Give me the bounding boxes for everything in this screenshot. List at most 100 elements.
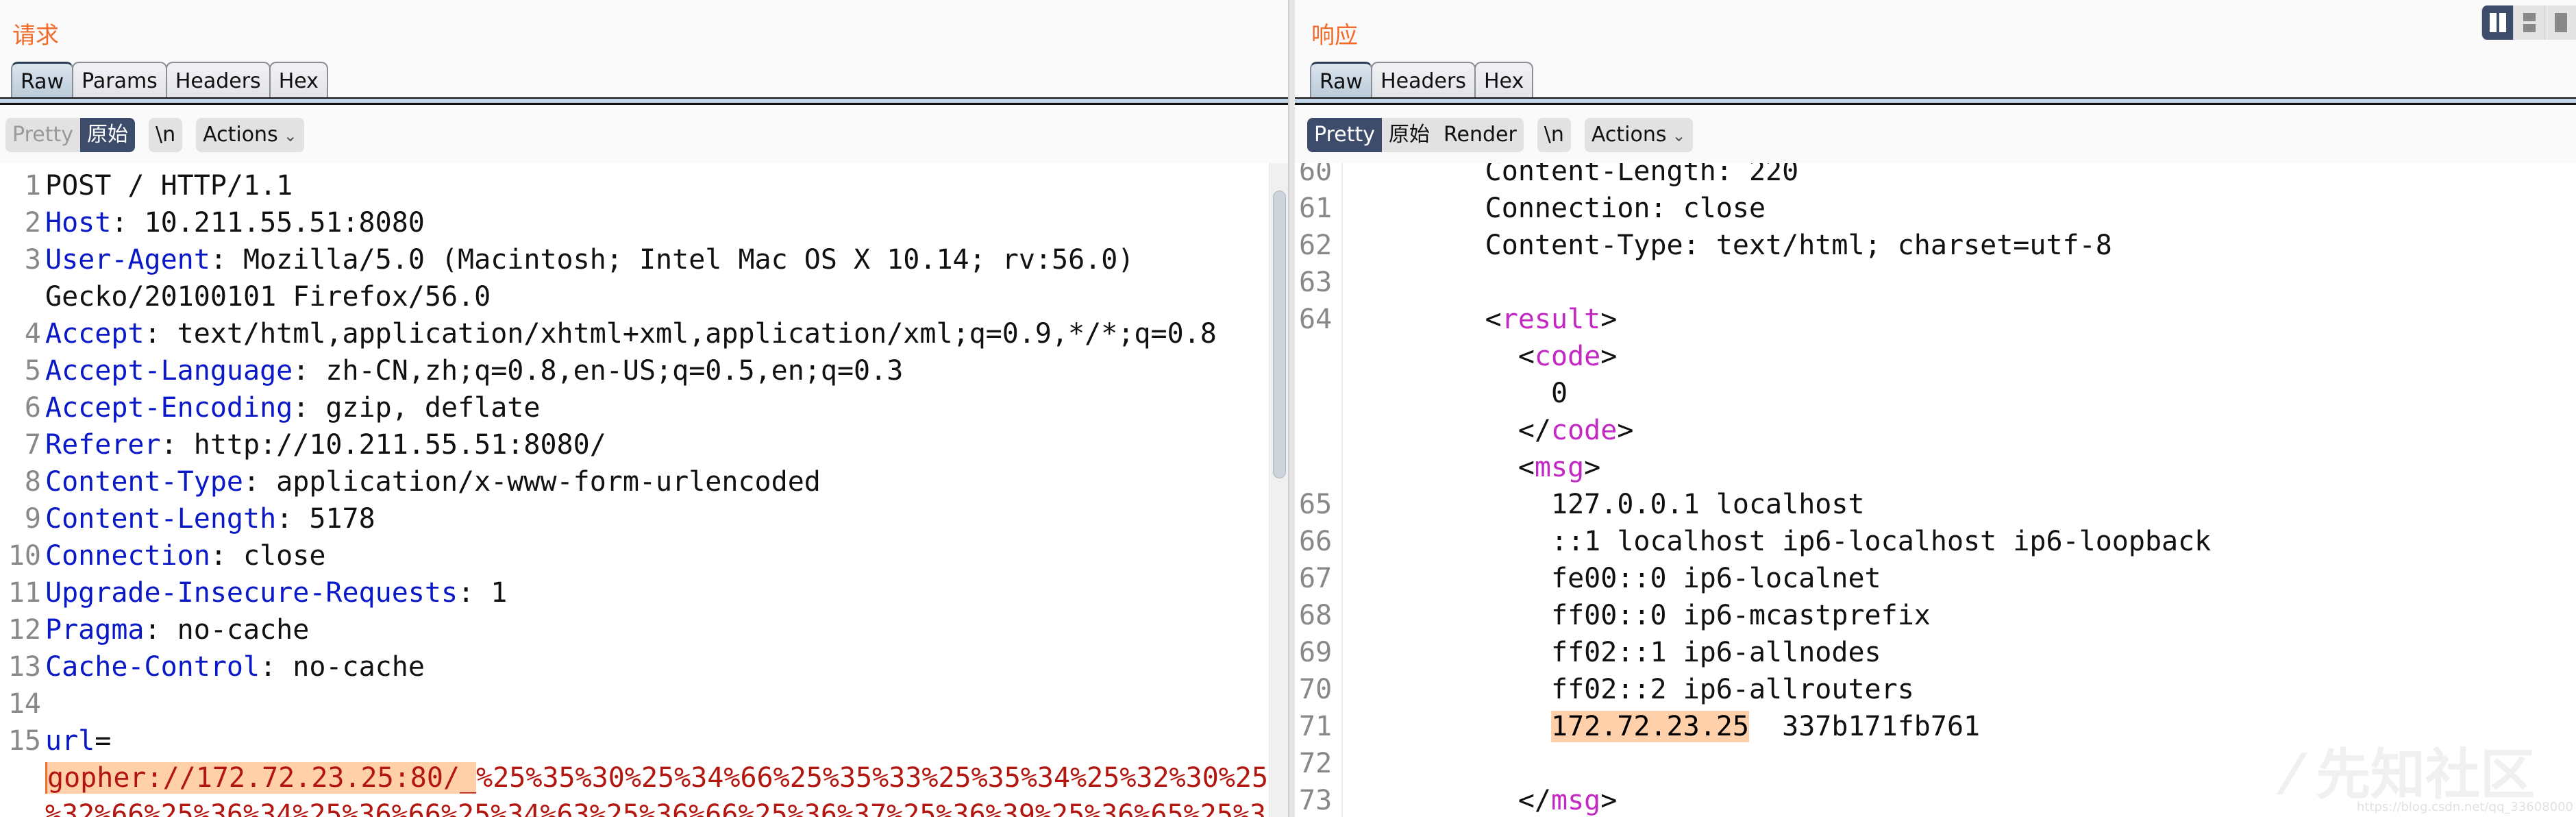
text: ff02::2 ip6-allrouters [1353, 674, 1914, 705]
line-number: 8 [24, 466, 41, 498]
text: fe00::0 ip6-localnet [1353, 563, 1881, 594]
line-text: Referer: http://10.211.55.51:8080/ [45, 426, 606, 463]
line-number: 5 [24, 355, 41, 387]
tab-headers[interactable]: Headers [1371, 62, 1476, 99]
header-name: Accept [45, 318, 145, 350]
text: : text/html,application/xhtml+xml,applic… [144, 318, 1217, 350]
tab-raw[interactable]: Raw [1310, 62, 1373, 99]
line-text: </code> [1353, 412, 1634, 449]
text: : close [210, 540, 326, 572]
newline-toggle[interactable]: \n [1537, 118, 1571, 152]
text: ::1 localhost ip6-localhost ip6-loopback [1353, 526, 2212, 557]
xml-tag-name: msg [1550, 785, 1601, 816]
code-line: %32%66%25%36%34%25%36%66%25%34%63%25%36%… [0, 796, 1288, 817]
single-pane-icon[interactable] [2544, 5, 2576, 40]
request-pane: 请求 Raw Params Headers Hex Pretty 原始 \n A… [0, 0, 1288, 817]
line-number: 69 [1299, 637, 1333, 668]
tab-params[interactable]: Params [72, 62, 167, 99]
response-title: 响应 [1311, 22, 1358, 49]
code-line: 4 Accept: text/html,application/xhtml+xml… [0, 315, 1288, 352]
line-text: Accept-Encoding: gzip, deflate [45, 389, 540, 426]
code-line: 6 Accept-Encoding: gzip, deflate [0, 389, 1288, 426]
tab-headers[interactable]: Headers [165, 62, 271, 99]
line-text: Content-Length: 220 [1353, 163, 1799, 190]
line-text: Accept-Language: zh-CN,zh;q=0.8,en-US;q=… [45, 352, 903, 389]
text: 127.0.0.1 localhost [1353, 489, 1865, 520]
code-line: 10 Connection: close [0, 537, 1288, 574]
line-number: 3 [24, 244, 41, 276]
text: Content-Length: 220 [1353, 163, 1799, 187]
line-text: </msg> [1353, 782, 1618, 817]
raw-view-button[interactable]: 原始 [79, 118, 135, 152]
render-button[interactable]: Render [1437, 118, 1524, 152]
code-line: 69 ff02::1 ip6-allnodes [1295, 634, 2576, 671]
param-value: %25%35%30%25%34%66%25%35%33%25%35%34%25%… [476, 762, 1269, 794]
text: : no-cache [260, 651, 425, 683]
code-line: 15 url= [0, 722, 1288, 759]
newline-toggle[interactable]: \n [149, 118, 182, 152]
pretty-button[interactable]: Pretty [1307, 118, 1382, 152]
line-number: 15 [8, 725, 41, 757]
code-line: <msg> [1295, 449, 2576, 486]
code-line: Gecko/20100101 Firefox/56.0 [0, 278, 1288, 315]
actions-button[interactable]: Actions ⌄ [196, 118, 304, 153]
line-number: 63 [1299, 267, 1333, 298]
code-line: 66 ::1 localhost ip6-localhost ip6-loopb… [1295, 523, 2576, 560]
line-number: 71 [1299, 711, 1333, 742]
highlighted-url: gopher://172.72.23.25:80/_ [45, 762, 477, 794]
split-horizontal-icon[interactable] [2481, 5, 2513, 40]
text: : no-cache [144, 614, 310, 646]
line-text: Host: 10.211.55.51:8080 [45, 204, 425, 241]
split-vertical-icon[interactable] [2513, 5, 2544, 40]
text: : Mozilla/5.0 (Macintosh; Intel Mac OS X… [210, 244, 1135, 276]
xml-bracket: < [1353, 452, 1535, 483]
request-scrollbar[interactable] [1270, 163, 1288, 817]
tab-hex[interactable]: Hex [269, 62, 328, 99]
header-name: Accept-Encoding [45, 392, 293, 424]
highlighted-text: 172.72.23.25 [1550, 711, 1749, 742]
line-text: User-Agent: Mozilla/5.0 (Macintosh; Inte… [45, 241, 1134, 278]
response-editor[interactable]: 60 Content-Length: 220 61 Connection: clo… [1295, 163, 2576, 817]
line-number: 70 [1299, 674, 1333, 705]
line-text: Content-Type: text/html; charset=utf-8 [1353, 227, 2112, 264]
line-number: 66 [1299, 526, 1333, 557]
pane-divider[interactable] [1288, 0, 1295, 817]
code-line: 2 Host: 10.211.55.51:8080 [0, 204, 1288, 241]
text: : 5178 [276, 503, 375, 535]
line-number: 73 [1299, 785, 1333, 816]
line-number: 6 [24, 392, 41, 424]
pretty-button[interactable]: Pretty [5, 118, 80, 152]
xml-bracket: </ [1353, 415, 1551, 446]
text: Content-Type: text/html; charset=utf-8 [1353, 230, 2112, 261]
line-text: ff02::1 ip6-allnodes [1353, 634, 1881, 671]
line-number: 12 [8, 614, 41, 646]
request-tabs: Raw Params Headers Hex [11, 62, 328, 99]
tab-hex[interactable]: Hex [1474, 62, 1534, 99]
xml-bracket: > [1600, 785, 1618, 816]
layout-switcher [2481, 5, 2576, 40]
raw-view-button[interactable]: 原始 [1382, 118, 1437, 152]
line-number: 68 [1299, 600, 1333, 631]
code-line: 5 Accept-Language: zh-CN,zh;q=0.8,en-US;q… [0, 352, 1288, 389]
line-number: 1 [24, 170, 41, 202]
request-title: 请求 [12, 22, 59, 49]
code-line: 1 POST / HTTP/1.1 [0, 167, 1288, 204]
chevron-down-icon: ⌄ [1672, 126, 1686, 145]
line-text: url= [45, 722, 111, 759]
code-line: 9 Content-Length: 5178 [0, 500, 1288, 537]
scrollbar-thumb[interactable] [1273, 191, 1286, 478]
text [1353, 711, 1551, 742]
code-line: 8 Content-Type: application/x-www-form-ur… [0, 463, 1288, 500]
xml-bracket: > [1584, 452, 1601, 483]
actions-button[interactable]: Actions ⌄ [1585, 118, 1693, 153]
line-text: Content-Length: 5178 [45, 500, 375, 537]
xml-tag-name: code [1534, 341, 1601, 372]
watermark-logo: ⁄ 先知社区 [2287, 743, 2535, 807]
code-line: 70 ff02::2 ip6-allrouters [1295, 671, 2576, 708]
line-text: Gecko/20100101 Firefox/56.0 [45, 278, 491, 315]
line-number: 64 [1299, 304, 1333, 335]
line-text: POST / HTTP/1.1 [45, 167, 293, 204]
request-editor[interactable]: 1 POST / HTTP/1.1 2 Host: 10.211.55.51:8080… [0, 163, 1288, 817]
text: : gzip, deflate [293, 392, 541, 424]
tab-raw[interactable]: Raw [11, 62, 74, 99]
